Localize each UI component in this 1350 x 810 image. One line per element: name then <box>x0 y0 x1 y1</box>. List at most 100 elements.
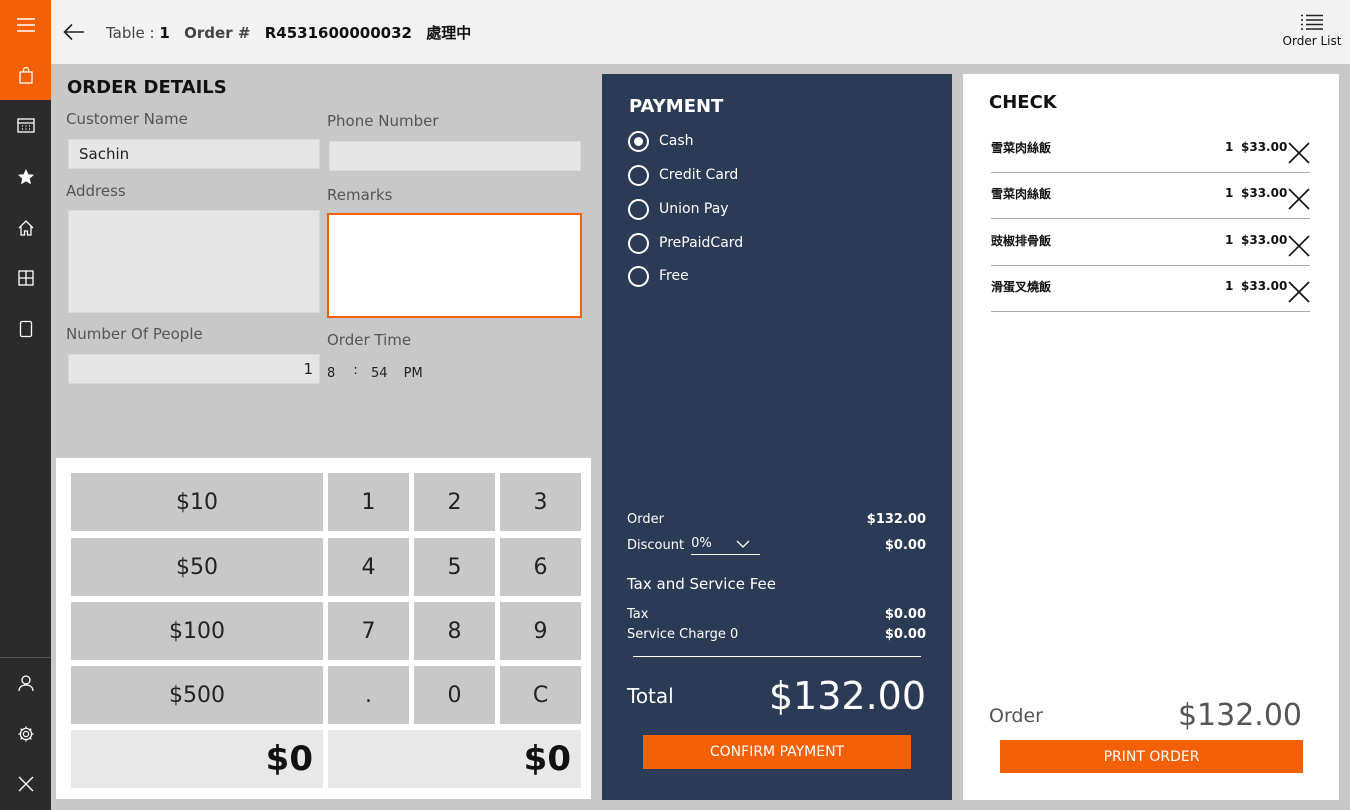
gear-icon <box>18 726 33 742</box>
keypad-key[interactable]: 4 <box>328 538 409 596</box>
check-order-label: Order <box>989 704 1043 727</box>
order-list-label: Order List <box>1282 34 1342 48</box>
sidebar <box>0 0 51 810</box>
sidebar-item-exit[interactable] <box>0 759 51 809</box>
check-item-qty: 1 <box>1225 279 1234 293</box>
payment-method-label: Credit Card <box>659 167 739 183</box>
phone-number-label: Phone Number <box>327 112 439 130</box>
total-value: $132.00 <box>768 674 926 718</box>
keypad-key[interactable]: 7 <box>328 602 409 660</box>
discount-row: Discount 0% $0.00 <box>627 536 926 555</box>
radio-icon <box>628 198 649 220</box>
keypad-key[interactable]: 9 <box>500 602 581 660</box>
order-number: R4531600000032 <box>264 24 412 42</box>
sidebar-item-favorites[interactable] <box>0 152 51 202</box>
order-details-title: ORDER DETAILS <box>67 77 227 98</box>
user-icon <box>17 675 34 692</box>
order-details-panel: ORDER DETAILS Customer Name Sachin Phone… <box>51 64 602 458</box>
payment-method-label: Free <box>659 268 689 284</box>
order-time-ampm[interactable]: PM <box>404 366 423 381</box>
order-time-picker[interactable]: 8 : 54 PM <box>327 363 423 381</box>
sidebar-item-account[interactable] <box>0 658 51 708</box>
discount-dropdown[interactable]: 0% <box>691 536 761 555</box>
payment-method-prepaid-card[interactable]: PrePaidCard <box>628 231 743 255</box>
remove-x-icon[interactable] <box>1287 280 1311 304</box>
remarks-label: Remarks <box>327 186 393 204</box>
check-item: 雪菜肉絲飯 1 $33.00 <box>991 173 1310 219</box>
check-panel: CHECK 雪菜肉絲飯 1 $33.00 雪菜肉絲飯 1 $33.00 豉椒排骨… <box>963 74 1339 800</box>
address-input[interactable] <box>68 210 320 313</box>
close-icon <box>18 776 33 792</box>
check-item-name: 豉椒排骨飯 <box>991 234 1052 248</box>
payment-divider <box>633 656 921 657</box>
table-number: 1 <box>159 24 170 42</box>
keypad-key[interactable]: 3 <box>500 473 581 531</box>
order-list-button[interactable]: Order List <box>1282 14 1342 58</box>
remove-x-icon[interactable] <box>1287 234 1311 258</box>
check-order-value: $132.00 <box>1177 698 1302 733</box>
quick-amount-button[interactable]: $500 <box>71 666 323 724</box>
back-arrow-icon <box>63 23 84 41</box>
payment-method-free[interactable]: Free <box>628 264 689 288</box>
payment-method-cash[interactable]: Cash <box>628 129 694 153</box>
customer-name-input[interactable]: Sachin <box>68 139 320 169</box>
radio-icon <box>628 232 649 254</box>
print-order-button[interactable]: PRINT ORDER <box>1000 740 1303 773</box>
keypad-key[interactable]: . <box>328 666 409 724</box>
quick-amount-button[interactable]: $10 <box>71 473 323 531</box>
payment-method-union-pay[interactable]: Union Pay <box>628 197 729 221</box>
quick-amount-button[interactable]: $50 <box>71 538 323 596</box>
address-label: Address <box>66 182 126 200</box>
payment-order-row: Order $132.00 <box>627 512 926 527</box>
radio-selected-icon <box>628 130 649 152</box>
number-of-people-input[interactable]: 1 <box>68 354 320 384</box>
phone-number-input[interactable] <box>329 141 581 171</box>
check-item-qty: 1 <box>1225 186 1234 200</box>
keypad-clear-key[interactable]: C <box>500 666 581 724</box>
payment-order-label: Order <box>627 512 664 527</box>
check-item-name: 雪菜肉絲飯 <box>991 141 1052 155</box>
check-title: CHECK <box>989 92 1057 113</box>
home-icon <box>18 220 33 236</box>
payment-method-label: Union Pay <box>659 201 729 217</box>
payment-method-label: PrePaidCard <box>659 235 744 251</box>
sidebar-item-calendar[interactable] <box>0 100 51 150</box>
check-item-name: 滑蛋叉燒飯 <box>991 280 1052 294</box>
keypad-key[interactable]: 6 <box>500 538 581 596</box>
payment-title: PAYMENT <box>629 96 724 117</box>
payment-method-credit-card[interactable]: Credit Card <box>628 163 738 187</box>
order-label: Order # <box>184 24 251 42</box>
back-button[interactable] <box>61 18 87 46</box>
tax-service-heading-row: Tax and Service Fee <box>627 575 926 593</box>
sidebar-item-home[interactable] <box>0 203 51 253</box>
keypad-key[interactable]: 0 <box>414 666 495 724</box>
discount-label: Discount <box>627 538 685 553</box>
hamburger-menu-button[interactable] <box>0 0 51 50</box>
number-of-people-label: Number Of People <box>66 325 203 343</box>
customer-name-value: Sachin <box>79 145 130 163</box>
sidebar-item-settings[interactable] <box>0 709 51 759</box>
sidebar-item-tables[interactable] <box>0 253 51 303</box>
payment-panel: PAYMENT Cash Credit Card Union Pay PrePa… <box>602 74 952 800</box>
order-status: 處理中 <box>426 24 472 42</box>
tax-row: Tax $0.00 <box>627 607 926 622</box>
grid-icon <box>17 270 34 286</box>
check-item-price: $33.00 <box>1241 140 1288 154</box>
remove-x-icon[interactable] <box>1287 141 1311 165</box>
keypad-key[interactable]: 5 <box>414 538 495 596</box>
keypad-key[interactable]: 8 <box>414 602 495 660</box>
sidebar-item-orders[interactable] <box>0 50 51 100</box>
remarks-input[interactable] <box>327 213 582 318</box>
payment-order-value: $132.00 <box>866 512 926 527</box>
check-item-price: $33.00 <box>1241 186 1288 200</box>
check-item-qty: 1 <box>1225 233 1234 247</box>
remove-x-icon[interactable] <box>1287 187 1311 211</box>
quick-amount-button[interactable]: $100 <box>71 602 323 660</box>
sidebar-item-device[interactable] <box>0 304 51 354</box>
keypad-key[interactable]: 1 <box>328 473 409 531</box>
confirm-payment-button[interactable]: CONFIRM PAYMENT <box>643 735 911 769</box>
order-time-hour[interactable]: 8 <box>327 366 335 381</box>
order-time-minute[interactable]: 54 <box>371 366 388 381</box>
keypad-key[interactable]: 2 <box>414 473 495 531</box>
cash-keypad: $10 $50 $100 $500 1 2 3 4 5 6 7 8 9 . 0 … <box>56 458 591 799</box>
